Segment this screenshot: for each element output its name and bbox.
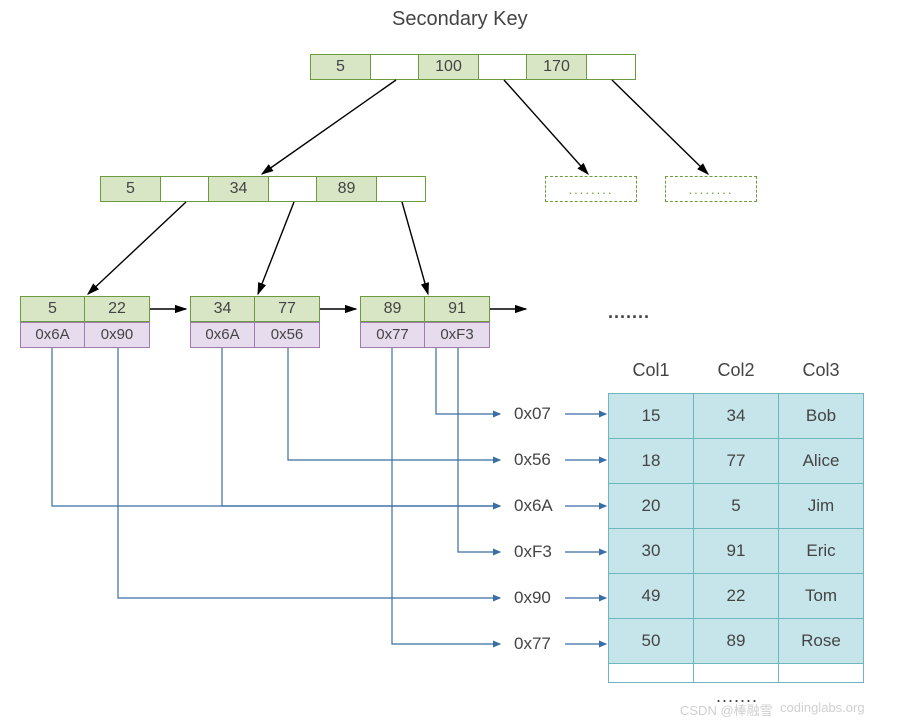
cell: Alice (779, 439, 864, 484)
leaf-0-key-0: 5 (21, 297, 85, 321)
leaf-1-ref-1: 0x56 (255, 323, 319, 347)
leaf-1-key-1: 77 (255, 297, 319, 321)
row-label-1: 0x56 (514, 450, 551, 470)
mid-ptr-0 (161, 177, 209, 201)
leaf-0-ref-0: 0x6A (21, 323, 85, 347)
cell: 34 (694, 394, 779, 439)
cell: Bob (779, 394, 864, 439)
leaf-2-key-1: 91 (425, 297, 489, 321)
col-header-1: Col2 (694, 354, 779, 394)
root-ptr-0 (371, 55, 419, 79)
leaf-0-ref-1: 0x90 (85, 323, 149, 347)
internal-placeholder-0: ........ (545, 176, 637, 202)
cell: 22 (694, 574, 779, 619)
cell: 89 (694, 619, 779, 664)
leaf-0-key-1: 22 (85, 297, 149, 321)
leaf-1-ref-0: 0x6A (191, 323, 255, 347)
col-header-2: Col3 (779, 354, 864, 394)
placeholder-text: ........ (689, 182, 734, 197)
row-label-0: 0x07 (514, 404, 551, 424)
col-header-0: Col1 (609, 354, 694, 394)
cell: 91 (694, 529, 779, 574)
mid-key-0: 5 (101, 177, 161, 201)
row-label-2: 0x6A (514, 496, 553, 516)
mid-key-2: 89 (317, 177, 377, 201)
row-label-3: 0xF3 (514, 542, 552, 562)
root-ptr-2 (587, 55, 635, 79)
table-row: 49 22 Tom (609, 574, 864, 619)
placeholder-text: ........ (569, 182, 614, 197)
internal-node: 5 34 89 (100, 176, 426, 202)
root-key-2: 170 (527, 55, 587, 79)
table-row: 30 91 Eric (609, 529, 864, 574)
cell: 49 (609, 574, 694, 619)
cell: 18 (609, 439, 694, 484)
cell: Rose (779, 619, 864, 664)
table-row: 20 5 Jim (609, 484, 864, 529)
cell: 30 (609, 529, 694, 574)
cell: 5 (694, 484, 779, 529)
leaf-node-2: 89 91 0x77 0xF3 (360, 296, 490, 348)
leaf-1-key-0: 34 (191, 297, 255, 321)
cell: Jim (779, 484, 864, 529)
root-node: 5 100 170 (310, 54, 636, 80)
cell: Tom (779, 574, 864, 619)
table-row: 15 34 Bob (609, 394, 864, 439)
cell: 20 (609, 484, 694, 529)
row-label-4: 0x90 (514, 588, 551, 608)
cell: Eric (779, 529, 864, 574)
root-key-0: 5 (311, 55, 371, 79)
watermark-left: CSDN @棒融雪 (680, 700, 773, 719)
leaf-node-0: 5 22 0x6A 0x90 (20, 296, 150, 348)
cell: 77 (694, 439, 779, 484)
leaf-2-ref-1: 0xF3 (425, 323, 489, 347)
cell: 15 (609, 394, 694, 439)
row-label-5: 0x77 (514, 634, 551, 654)
table-row: 18 77 Alice (609, 439, 864, 484)
root-key-1: 100 (419, 55, 479, 79)
diagram-title: Secondary Key (392, 8, 528, 31)
internal-placeholder-1: ........ (665, 176, 757, 202)
leaf-overflow-dots: ....... (608, 302, 650, 323)
mid-key-1: 34 (209, 177, 269, 201)
leaf-2-key-0: 89 (361, 297, 425, 321)
leaf-2-ref-0: 0x77 (361, 323, 425, 347)
data-table: Col1 Col2 Col3 15 34 Bob 18 77 Alice 20 … (608, 354, 864, 683)
table-row: 50 89 Rose (609, 619, 864, 664)
diagram-canvas: Secondary Key 5 100 170 5 34 89 ........… (0, 0, 898, 722)
root-ptr-1 (479, 55, 527, 79)
table-row-empty (609, 664, 864, 683)
leaf-node-1: 34 77 0x6A 0x56 (190, 296, 320, 348)
watermark-right: codinglabs.org (780, 700, 865, 715)
mid-ptr-2 (377, 177, 425, 201)
mid-ptr-1 (269, 177, 317, 201)
cell: 50 (609, 619, 694, 664)
